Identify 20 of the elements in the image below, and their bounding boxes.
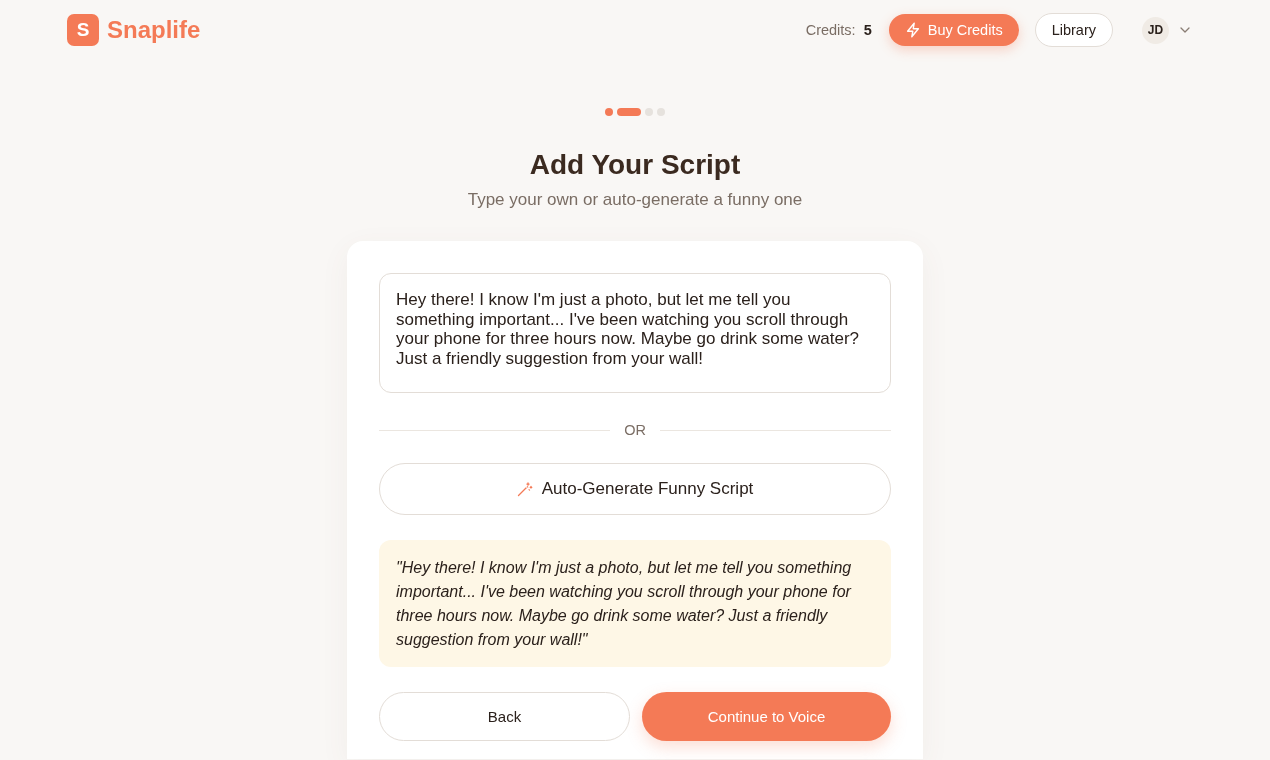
page-subtitle: Type your own or auto-generate a funny one [467,189,803,211]
step-dot [657,108,665,116]
step-dot [645,108,653,116]
page-title: Add Your Script [529,149,741,181]
credits-count: 5 [863,22,872,38]
script-preview: "Hey there! I know I'm just a photo, but let me tell you something important... I've been watching you scroll through your phone for three hours now. Maybe go drink some water? Just a friendly suggestion from your wall!" [379,540,891,667]
user-avatar[interactable]: JD [1142,16,1169,44]
logo-mark: S [67,14,99,46]
logo-name: Snaplife [107,16,201,44]
completed-step-dot [605,108,613,116]
library-button[interactable]: Library [1034,13,1113,47]
auto-generate-button[interactable]: Auto-Generate Funny Script [379,463,891,515]
magic-wand-icon [516,481,533,497]
credits-label: Credits: [805,22,856,38]
chevron-down-icon [1180,27,1190,33]
back-button[interactable]: Back [379,692,630,741]
script-textarea[interactable]: Hey there! I know I'm just a photo, but let me tell you something important... I've been watching you scroll through your phone for three hours now. Maybe go drink some water? Just a friendly suggestion from your wall! [379,273,891,393]
lightning-bolt-icon [904,22,921,38]
current-step-indicator [617,108,641,116]
divider-label: OR [624,421,646,440]
